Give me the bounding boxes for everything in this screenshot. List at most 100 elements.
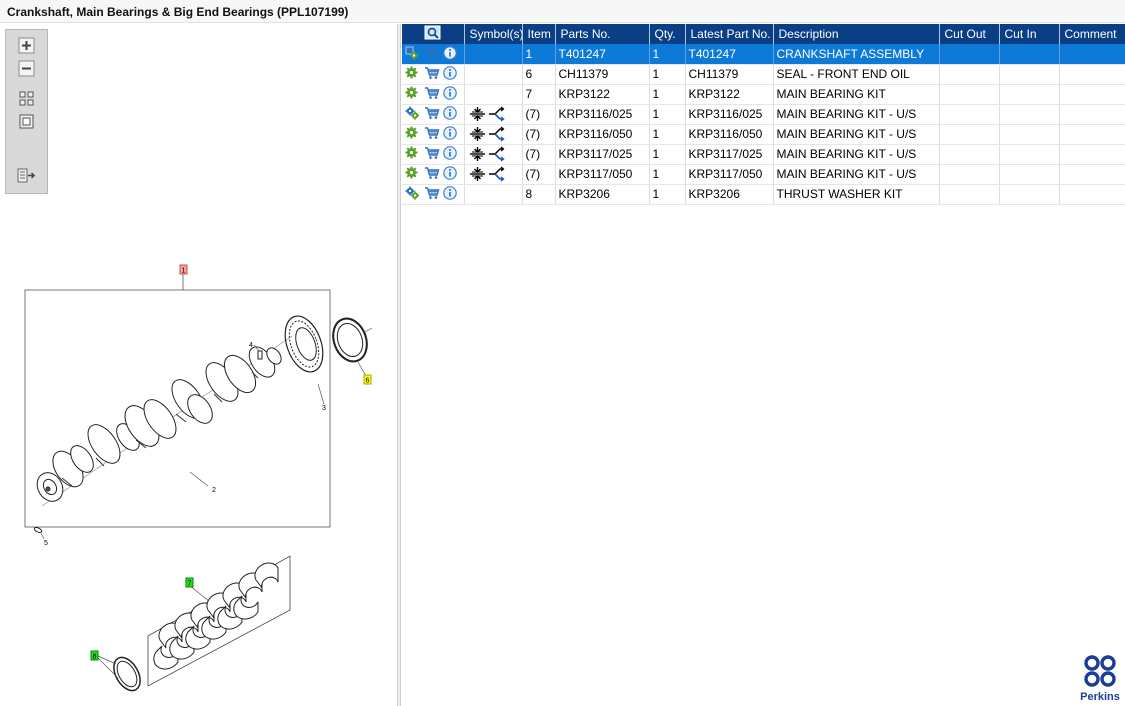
table-header-row: Symbol(s) Item Parts No. Qty. Latest Par… xyxy=(402,24,1125,44)
qty-cell: 1 xyxy=(649,44,686,65)
row-actions-cell xyxy=(402,44,465,65)
part-gear-icon[interactable] xyxy=(405,86,421,102)
kit-gears-icon[interactable] xyxy=(405,186,421,202)
symbols-cell xyxy=(464,64,523,85)
symbols-cell xyxy=(464,44,523,65)
item-cell: (7) xyxy=(522,104,556,125)
add-to-cart-icon[interactable] xyxy=(424,66,440,82)
add-to-cart-icon[interactable] xyxy=(424,146,440,162)
add-to-cart-icon[interactable] xyxy=(424,126,440,142)
latest-part-no-cell: KRP3116/050 xyxy=(685,124,774,145)
info-icon[interactable] xyxy=(443,126,459,142)
callout-4-label[interactable]: 4 xyxy=(249,342,253,349)
zoom-out-button[interactable] xyxy=(16,59,37,78)
part-no-cell: KRP3117/050 xyxy=(555,164,650,185)
column-header-cut-in[interactable]: Cut In xyxy=(999,24,1060,44)
column-header-symbols[interactable]: Symbol(s) xyxy=(464,24,523,44)
kit-gears-icon[interactable] xyxy=(405,106,421,122)
pane-splitter[interactable] xyxy=(398,24,401,706)
alternative-symbol-icon xyxy=(488,146,505,162)
latest-part-no-cell: KRP3122 xyxy=(685,84,774,105)
table-row[interactable]: 7 KRP3122 1 KRP3122 MAIN BEARING KIT xyxy=(402,84,1125,105)
fit-all-button[interactable] xyxy=(16,89,37,108)
symbols-cell xyxy=(464,184,523,205)
part-gear-icon[interactable] xyxy=(405,166,421,182)
info-icon[interactable] xyxy=(443,45,459,62)
part-no-cell: KRP3117/025 xyxy=(555,144,650,165)
qty-cell: 1 xyxy=(649,84,686,105)
info-icon[interactable] xyxy=(443,106,459,122)
latest-part-no-cell: KRP3117/025 xyxy=(685,144,774,165)
row-actions-cell xyxy=(402,104,465,125)
parts-table-body: 1 T401247 1 T401247 CRANKSHAFT ASSEMBLY 6 CH11… xyxy=(402,44,1125,205)
info-icon[interactable] xyxy=(443,86,459,102)
undersize-symbol-icon xyxy=(469,126,486,142)
undersize-symbol-icon xyxy=(469,106,486,122)
zoom-in-icon xyxy=(18,37,35,54)
add-to-cart-icon[interactable] xyxy=(424,106,440,122)
assembly-gear-icon[interactable] xyxy=(405,46,421,62)
column-header-qty[interactable]: Qty. xyxy=(649,24,686,44)
callout-1[interactable]: 1 xyxy=(179,264,188,275)
fit-window-button[interactable] xyxy=(16,112,37,131)
table-row[interactable]: (7) KRP3117/050 1 KRP3117/050 MAIN BEARING K… xyxy=(402,164,1125,185)
column-header-comment[interactable]: Comment xyxy=(1059,24,1125,44)
comment-cell xyxy=(1059,84,1125,105)
column-header-cut-out[interactable]: Cut Out xyxy=(939,24,1000,44)
qty-cell: 1 xyxy=(649,64,686,85)
description-cell: MAIN BEARING KIT - U/S xyxy=(773,164,940,185)
table-row[interactable]: 8 KRP3206 1 KRP3206 THRUST WASHER KIT xyxy=(402,184,1125,205)
callout-1-label: 1 xyxy=(182,268,186,275)
column-header-item[interactable]: Item xyxy=(522,24,556,44)
description-cell: MAIN BEARING KIT xyxy=(773,84,940,105)
exploded-view-drawing[interactable]: 1 2 3 4 5 6 7 8 xyxy=(0,254,398,706)
zoom-in-button[interactable] xyxy=(16,36,37,55)
undersize-symbol-icon xyxy=(469,146,486,162)
illustration-pane[interactable]: 1 2 3 4 5 6 7 8 xyxy=(0,24,398,706)
row-actions-cell xyxy=(402,144,465,165)
qty-cell: 1 xyxy=(649,164,686,185)
part-gear-icon[interactable] xyxy=(405,66,421,82)
list-export-button[interactable] xyxy=(16,166,37,185)
column-header-latest-part-no[interactable]: Latest Part No. xyxy=(685,24,774,44)
table-row[interactable]: (7) KRP3116/025 1 KRP3116/025 MAIN BEARING K… xyxy=(402,104,1125,125)
info-icon[interactable] xyxy=(443,166,459,182)
info-icon[interactable] xyxy=(443,186,459,202)
table-row[interactable]: 1 T401247 1 T401247 CRANKSHAFT ASSEMBLY xyxy=(402,44,1125,65)
part-gear-icon[interactable] xyxy=(405,126,421,142)
pin-5 xyxy=(33,527,45,540)
table-row[interactable]: 6 CH11379 1 CH11379 SEAL - FRONT END OIL xyxy=(402,64,1125,85)
latest-part-no-cell: T401247 xyxy=(685,44,774,65)
column-header-description[interactable]: Description xyxy=(773,24,940,44)
part-gear-icon[interactable] xyxy=(405,146,421,162)
magnify-view-icon xyxy=(424,25,441,39)
info-icon[interactable] xyxy=(443,146,459,162)
callout-2-label[interactable]: 2 xyxy=(212,487,216,494)
description-cell: THRUST WASHER KIT xyxy=(773,184,940,205)
callout-5-label[interactable]: 5 xyxy=(44,540,48,547)
column-header-view[interactable] xyxy=(402,24,465,44)
part-no-cell: KRP3206 xyxy=(555,184,650,205)
callout-8[interactable]: 8 xyxy=(90,650,99,661)
add-to-cart-icon[interactable] xyxy=(424,46,440,62)
info-icon[interactable] xyxy=(443,66,459,82)
callout-7[interactable]: 7 xyxy=(185,577,194,588)
latest-part-no-cell: CH11379 xyxy=(685,64,774,85)
item-cell: 8 xyxy=(522,184,556,205)
table-row[interactable]: (7) KRP3116/050 1 KRP3116/050 MAIN BEARING K… xyxy=(402,124,1125,145)
alternative-symbol-icon xyxy=(488,166,505,182)
callout-6[interactable]: 6 xyxy=(363,374,372,385)
add-to-cart-icon[interactable] xyxy=(424,86,440,102)
callout-3-label[interactable]: 3 xyxy=(322,405,326,412)
description-cell: MAIN BEARING KIT - U/S xyxy=(773,124,940,145)
add-to-cart-icon[interactable] xyxy=(424,186,440,202)
add-to-cart-icon[interactable] xyxy=(424,166,440,182)
column-header-parts-no[interactable]: Parts No. xyxy=(555,24,650,44)
table-row[interactable]: (7) KRP3117/025 1 KRP3117/025 MAIN BEARING K… xyxy=(402,144,1125,165)
cut-in-cell xyxy=(999,84,1060,105)
cut-out-cell xyxy=(939,64,1000,85)
qty-cell: 1 xyxy=(649,124,686,145)
cut-in-cell xyxy=(999,104,1060,125)
bearing-shells-illustration xyxy=(153,562,279,670)
callout-7-label: 7 xyxy=(188,581,192,588)
